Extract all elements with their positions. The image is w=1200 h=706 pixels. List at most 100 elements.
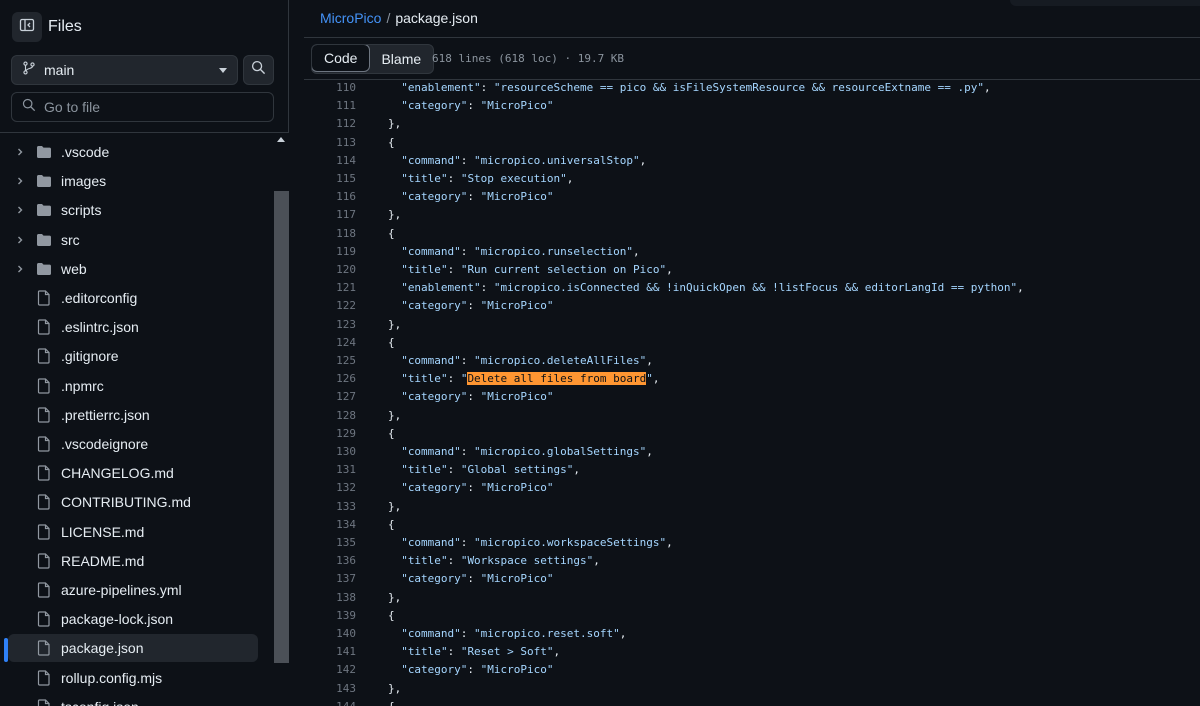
- branch-selector[interactable]: main: [11, 55, 238, 85]
- code-line: 139 {: [304, 607, 1200, 625]
- line-number[interactable]: 114: [304, 152, 356, 170]
- json-key-quote: ": [454, 354, 461, 367]
- line-number[interactable]: 127: [304, 388, 356, 406]
- chevron-right-icon[interactable]: [10, 205, 30, 215]
- collapse-sidebar-button[interactable]: [12, 12, 42, 42]
- tree-file-item[interactable]: rollup.config.mjs: [8, 664, 258, 692]
- json-colon: :: [460, 445, 475, 458]
- line-content: {: [388, 225, 395, 243]
- json-comma: ,: [666, 536, 673, 549]
- file-tree-sidebar: Files main Go to file .vscode images scrip…: [0, 0, 289, 706]
- json-key-quote: ": [440, 645, 448, 659]
- line-number[interactable]: 135: [304, 534, 356, 552]
- line-number[interactable]: 113: [304, 134, 356, 152]
- line-number[interactable]: 131: [304, 461, 356, 479]
- line-number[interactable]: 138: [304, 589, 356, 607]
- tree-file-item[interactable]: .editorconfig: [8, 284, 258, 312]
- code-line: 131 "title": "Global settings",: [304, 461, 1200, 479]
- tab-blame[interactable]: Blame: [369, 45, 433, 73]
- search-files-button[interactable]: [243, 55, 274, 85]
- line-number[interactable]: 118: [304, 225, 356, 243]
- chevron-right-icon[interactable]: [10, 264, 30, 274]
- tree-file-item[interactable]: CONTRIBUTING.md: [8, 488, 258, 516]
- line-number[interactable]: 128: [304, 407, 356, 425]
- json-comma: ,: [1017, 281, 1024, 295]
- sidebar-scrollbar[interactable]: [274, 133, 289, 706]
- code-line: 120 "title": "Run current selection on Pi…: [304, 261, 1200, 279]
- json-key-quote: ": [401, 645, 408, 659]
- line-number[interactable]: 143: [304, 680, 356, 698]
- tree-file-item[interactable]: .npmrc: [8, 372, 258, 400]
- tree-folder-item[interactable]: web: [8, 255, 258, 283]
- file-icon: [34, 523, 54, 540]
- line-number[interactable]: 126: [304, 370, 356, 388]
- go-to-file-input[interactable]: Go to file: [11, 92, 274, 122]
- tree-folder-item[interactable]: scripts: [8, 196, 258, 224]
- line-number[interactable]: 130: [304, 443, 356, 461]
- tree-file-item[interactable]: .gitignore: [8, 342, 258, 370]
- json-key: title: [407, 263, 441, 276]
- line-number[interactable]: 140: [304, 625, 356, 643]
- tree-file-item[interactable]: .eslintrc.json: [8, 313, 258, 341]
- breadcrumb-repo-link[interactable]: MicroPico: [320, 10, 381, 26]
- tree-folder-item[interactable]: .vscode: [8, 138, 258, 166]
- folder-icon: [34, 262, 54, 276]
- code-punctuation: },: [388, 208, 402, 222]
- tree-file-item[interactable]: README.md: [8, 547, 258, 575]
- json-value: MicroPico: [487, 390, 547, 404]
- chevron-right-icon[interactable]: [10, 176, 30, 186]
- line-content: "title": "Delete all files from board",: [401, 370, 660, 388]
- scrollbar-thumb[interactable]: [274, 191, 289, 663]
- line-number[interactable]: 124: [304, 334, 356, 352]
- line-number[interactable]: 121: [304, 279, 356, 297]
- tree-file-item[interactable]: package.json: [8, 634, 258, 663]
- tree-file-item[interactable]: .prettierrc.json: [8, 401, 258, 429]
- json-value: Workspace settings: [467, 554, 587, 568]
- line-number[interactable]: 115: [304, 170, 356, 188]
- sidebar-title: Files: [48, 18, 82, 35]
- line-number[interactable]: 134: [304, 516, 356, 534]
- line-number[interactable]: 144: [304, 698, 356, 706]
- json-value: Global settings: [467, 463, 567, 477]
- line-number[interactable]: 137: [304, 570, 356, 588]
- file-icon: [34, 494, 54, 510]
- tab-code[interactable]: Code: [312, 45, 371, 72]
- line-number[interactable]: 132: [304, 479, 356, 497]
- tree-file-item[interactable]: azure-pipelines.yml: [8, 576, 258, 604]
- line-number[interactable]: 119: [304, 243, 356, 261]
- json-colon: :: [467, 99, 481, 113]
- chevron-right-icon[interactable]: [10, 235, 30, 245]
- chevron-right-icon[interactable]: [10, 147, 30, 157]
- tree-file-item[interactable]: tsconfig.json: [8, 693, 258, 706]
- code-line: 134 {: [304, 516, 1200, 534]
- json-key: category: [407, 299, 461, 313]
- line-number[interactable]: 129: [304, 425, 356, 443]
- tree-folder-item[interactable]: images: [8, 167, 258, 195]
- tree-file-item[interactable]: LICENSE.md: [8, 518, 258, 546]
- line-number[interactable]: 139: [304, 607, 356, 625]
- tree-file-item[interactable]: package-lock.json: [8, 605, 258, 633]
- line-number[interactable]: 136: [304, 552, 356, 570]
- line-number[interactable]: 125: [304, 352, 356, 370]
- tree-file-item[interactable]: .vscodeignore: [8, 430, 258, 458]
- scroll-up-arrow-icon[interactable]: [277, 137, 285, 142]
- file-icon: [34, 319, 54, 335]
- json-value: Run current selection on Pico: [467, 263, 660, 276]
- tree-folder-item[interactable]: src: [8, 226, 258, 254]
- line-number[interactable]: 120: [304, 261, 356, 279]
- line-number[interactable]: 123: [304, 316, 356, 334]
- line-number[interactable]: 116: [304, 188, 356, 206]
- line-number[interactable]: 117: [304, 206, 356, 224]
- line-number[interactable]: 133: [304, 498, 356, 516]
- line-number[interactable]: 112: [304, 115, 356, 133]
- line-number[interactable]: 111: [304, 97, 356, 115]
- json-key-quote: ": [440, 554, 448, 568]
- line-number[interactable]: 141: [304, 643, 356, 661]
- json-key-quote: ": [401, 536, 408, 549]
- tree-file-item[interactable]: CHANGELOG.md: [8, 459, 258, 487]
- line-number[interactable]: 122: [304, 297, 356, 315]
- line-content: {: [388, 425, 395, 443]
- json-key: command: [407, 627, 455, 640]
- line-number[interactable]: 110: [304, 79, 356, 97]
- line-number[interactable]: 142: [304, 661, 356, 679]
